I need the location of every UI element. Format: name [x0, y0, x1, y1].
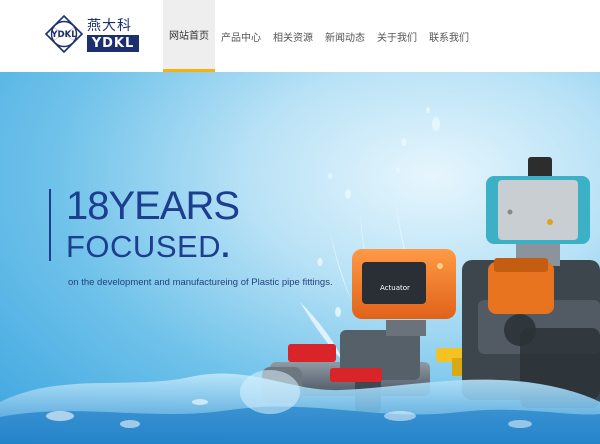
headline-subline: on the development and manufactureing of…	[68, 277, 333, 288]
nav-item-products[interactable]: 产品中心	[215, 0, 267, 72]
headline-focused-dot: .	[221, 229, 231, 264]
headline-focused-text: FOCUSED	[66, 229, 222, 264]
logo-english-name: YDKL	[87, 35, 139, 52]
headline-years: 18YEARS	[66, 184, 240, 228]
nav-item-news[interactable]: 新闻动态	[319, 0, 371, 72]
svg-text:Actuator: Actuator	[380, 284, 410, 292]
electric-actuator: Actuator	[352, 249, 456, 336]
hero-banner: Actuator 18YEARS FOCUSED. on the develop…	[0, 72, 600, 444]
headline-focused: FOCUSED.	[66, 229, 230, 265]
nav-item-about[interactable]: 关于我们	[371, 0, 423, 72]
orange-actuator-secondary	[488, 258, 554, 314]
nav-item-contact[interactable]: 联系我们	[423, 0, 475, 72]
site-logo[interactable]: YDKL 燕大科力 YDKL	[44, 14, 140, 54]
site-header: YDKL 燕大科力 YDKL 网站首页 产品中心 相关资源 新闻动态 关于我们 …	[0, 0, 600, 72]
logo-emblem-icon: YDKL	[44, 14, 84, 54]
svg-text:YDKL: YDKL	[50, 30, 77, 40]
nav-item-home[interactable]: 网站首页	[163, 0, 215, 72]
pneumatic-actuator	[486, 157, 590, 266]
nav-item-resources[interactable]: 相关资源	[267, 0, 319, 72]
headline-accent-bar	[49, 189, 51, 261]
main-nav: 网站首页 产品中心 相关资源 新闻动态 关于我们 联系我们	[163, 0, 475, 72]
